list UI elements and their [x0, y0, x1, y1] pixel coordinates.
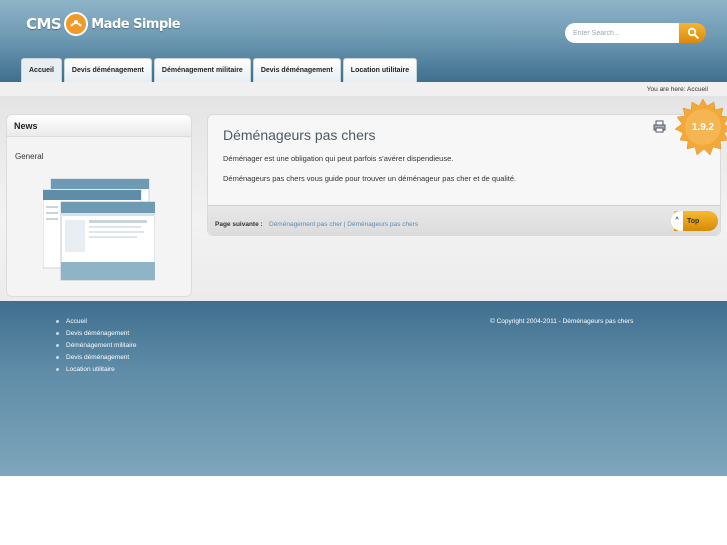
copyright-text: © Copyright 2004-2011 - Déménageurs pas …	[490, 318, 634, 325]
cms-logo-icon	[64, 12, 89, 36]
intro-paragraph: Déménager est une obligation qui peut pa…	[223, 154, 454, 163]
bullet-icon	[56, 355, 59, 359]
screenshot-thumbnail-image	[43, 176, 155, 283]
footer-nav-label: Accueil	[66, 317, 87, 325]
footer-nav-label: Devis déménagement	[66, 329, 130, 337]
tab-devis-demenagement[interactable]: Devis déménagement	[63, 58, 152, 82]
tab-demenagement-militaire[interactable]: Déménagement militaire	[153, 58, 251, 82]
search-box	[565, 23, 706, 43]
next-page-links[interactable]: Déménagement pas cher | Déménageurs pas …	[269, 221, 418, 228]
tab-location-utilitaire[interactable]: Location utilitaire	[342, 58, 418, 82]
footer-nav-label: Déménagement militaire	[66, 341, 137, 349]
footer-nav-item[interactable]: Devis déménagement	[56, 327, 136, 339]
next-page-label: Page suivante :	[215, 221, 263, 228]
page-footer-nav: Page suivante : Déménagement pas cher | …	[208, 205, 720, 235]
site-footer: Accueil Devis déménagement Déménagement …	[0, 301, 727, 476]
sidebar-link-general[interactable]: General	[15, 152, 43, 161]
breadcrumb: You are here: Accueil	[646, 86, 708, 93]
tab-devis-demenagement-2[interactable]: Devis déménagement	[252, 58, 341, 82]
cms-logo[interactable]: CMS Made Simple	[26, 12, 181, 36]
footer-nav-item[interactable]: Location utilitaire	[56, 363, 136, 375]
tab-accueil[interactable]: Accueil	[21, 58, 62, 82]
main-nav: Accueil Devis déménagement Déménagement …	[21, 58, 418, 82]
bullet-icon	[56, 367, 59, 371]
top-button-label: Top	[687, 217, 700, 225]
footer-nav-item[interactable]: Déménagement militaire	[56, 339, 136, 351]
search-icon	[687, 27, 699, 39]
footer-nav-item[interactable]: Devis déménagement	[56, 351, 136, 363]
footer-nav: Accueil Devis déménagement Déménagement …	[56, 315, 136, 375]
print-icon[interactable]	[653, 120, 666, 133]
bullet-icon	[56, 319, 59, 323]
logo-text-cms: CMS	[26, 15, 62, 33]
sidebar-news: News General	[6, 114, 192, 297]
site-header: CMS Made Simple Accueil Devis déménageme…	[0, 0, 727, 82]
version-text: 1.9.2	[692, 122, 715, 133]
footer-nav-label: Devis déménagement	[66, 353, 130, 361]
breadcrumb-bar: You are here: Accueil	[0, 82, 727, 96]
bullet-icon	[56, 343, 59, 347]
footer-nav-item[interactable]: Accueil	[56, 315, 136, 327]
page-title: Déménageurs pas chers	[223, 127, 376, 143]
top-button[interactable]: ^ Top	[671, 211, 718, 231]
caret-up-icon: ^	[671, 211, 683, 231]
guide-paragraph: Déménageurs pas chers vous guide pour tr…	[223, 174, 517, 183]
main-panel: Déménageurs pas chers Déménager est une …	[207, 114, 721, 236]
search-button[interactable]	[679, 23, 706, 43]
logo-text-made-simple: Made Simple	[91, 16, 181, 32]
bullet-icon	[56, 331, 59, 335]
search-input[interactable]	[565, 23, 681, 43]
footer-nav-label: Location utilitaire	[66, 365, 115, 373]
sidebar-title: News	[7, 115, 191, 137]
version-badge: 1.9.2	[675, 99, 727, 155]
